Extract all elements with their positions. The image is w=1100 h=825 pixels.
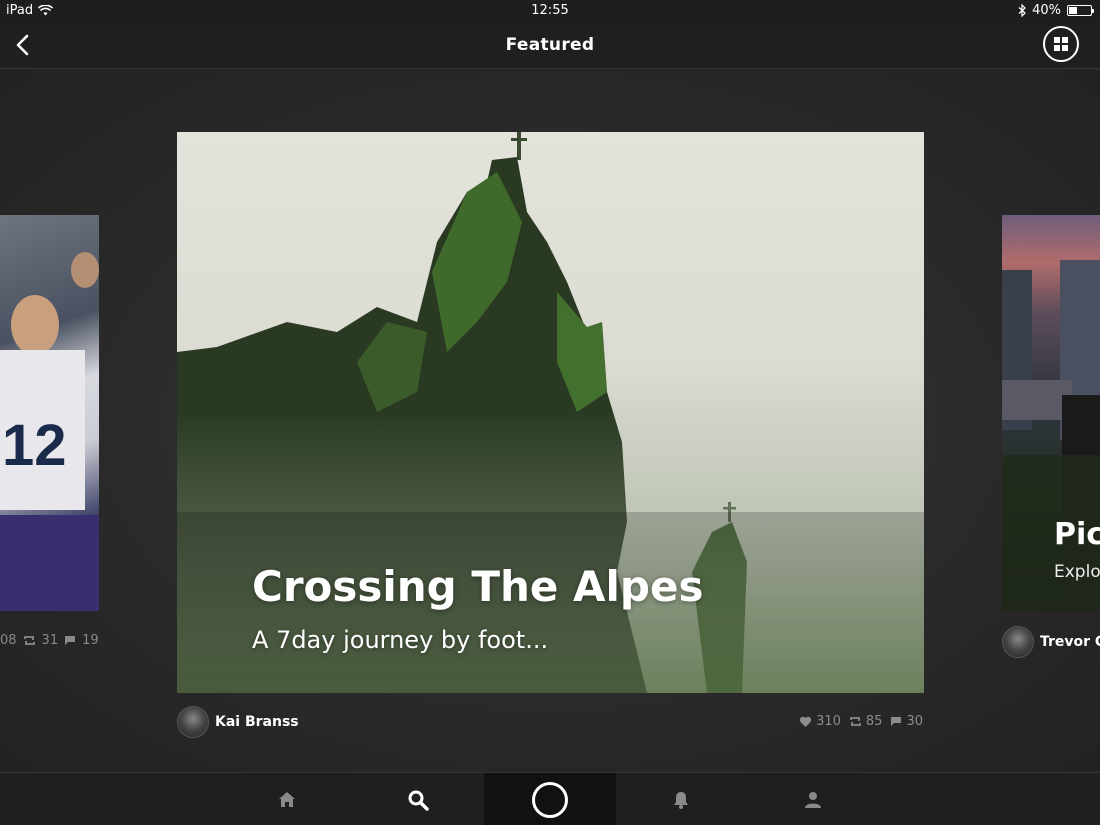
previous-card-stats: 08 31 19 (0, 633, 99, 648)
status-bar: iPad 12:55 40% (0, 0, 1100, 22)
heart-icon (799, 716, 812, 727)
clock: 12:55 (531, 3, 569, 18)
grid-view-button[interactable] (1043, 26, 1079, 62)
search-icon (408, 790, 429, 811)
repost-icon (850, 717, 861, 726)
comments-count: 19 (82, 633, 99, 648)
story-card-previous[interactable]: 12 (0, 215, 99, 611)
reposts-stat[interactable]: 85 (849, 714, 883, 729)
home-icon (279, 792, 295, 807)
author-info[interactable]: Trevor G (1002, 626, 1100, 658)
story-stats: 310 85 30 (799, 714, 923, 729)
comment-icon (891, 717, 902, 726)
battery-icon (1067, 5, 1094, 16)
camera-icon (532, 781, 568, 818)
grid-icon (1054, 37, 1068, 51)
comments-count: 30 (906, 714, 923, 729)
nav-bar: Featured (0, 22, 1100, 69)
author-name[interactable]: Trevor G (1040, 634, 1100, 650)
story-title: Pic (1054, 517, 1100, 552)
status-right: 40% (1018, 3, 1094, 18)
tab-profile[interactable] (783, 773, 843, 825)
bell-icon (674, 792, 688, 809)
page-title: Featured (505, 35, 595, 55)
comment-icon (65, 636, 76, 645)
likes-count: 310 (816, 714, 841, 729)
story-subtitle: Explo (1054, 562, 1100, 582)
story-card-featured[interactable]: Crossing The Alpes A 7day journey by foo… (177, 132, 924, 693)
author-info[interactable]: Kai Branss (177, 706, 299, 738)
likes-count: 08 (0, 633, 17, 648)
avatar[interactable] (1002, 626, 1034, 658)
repost-icon (23, 636, 35, 645)
tab-bar (0, 772, 1100, 825)
battery-percent: 40% (1032, 3, 1061, 18)
tab-home[interactable] (257, 773, 317, 825)
reposts-count: 85 (865, 714, 883, 729)
battery-level (1069, 7, 1078, 14)
author-name[interactable]: Kai Branss (215, 714, 299, 730)
likes-stat[interactable]: 310 (799, 714, 841, 729)
comments-stat[interactable]: 30 (890, 714, 923, 729)
story-title: Crossing The Alpes (252, 562, 704, 611)
tab-camera[interactable] (484, 773, 616, 825)
card-image-crowd: 12 (0, 252, 99, 611)
tab-search[interactable] (388, 773, 448, 825)
profile-icon (805, 791, 821, 808)
avatar[interactable] (177, 706, 209, 738)
svg-text:12: 12 (2, 413, 67, 478)
tab-notifications[interactable] (651, 773, 711, 825)
story-card-next[interactable]: Pic Explo (1002, 215, 1100, 611)
reposts-count: 31 (41, 633, 59, 648)
story-subtitle: A 7day journey by foot... (252, 626, 549, 654)
featured-carousel[interactable]: 12 08 31 19 Crossing The Alpes A 7day jo… (0, 70, 1100, 772)
bluetooth-icon (1018, 4, 1026, 17)
